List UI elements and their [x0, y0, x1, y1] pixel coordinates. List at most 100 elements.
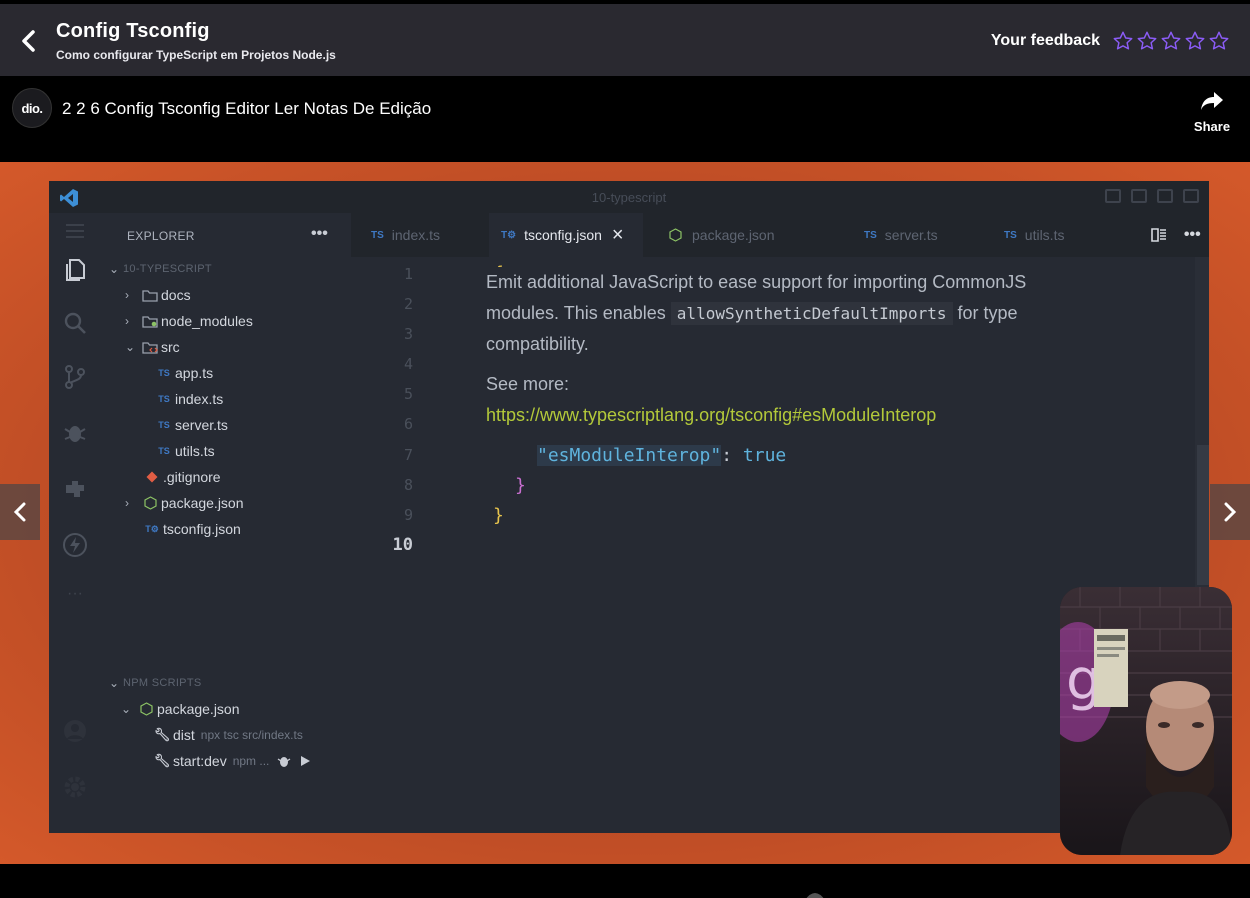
share-label: Share — [1193, 119, 1231, 134]
tree-item-gitignore[interactable]: .gitignore — [141, 465, 221, 489]
tree-item-label: node_modules — [161, 313, 253, 329]
npm-script-dist[interactable]: 🔧︎ dist npx tsc src/index.ts — [151, 723, 303, 747]
npm-script-command: npm ... — [232, 754, 270, 768]
star-icon[interactable] — [1136, 30, 1158, 52]
editor-tabs: TS index.ts T⚙ tsconfig.json × package.j… — [351, 213, 1209, 257]
tree-item-node-modules[interactable]: › node_modules — [125, 309, 253, 333]
wrench-icon: 🔧︎ — [153, 727, 171, 742]
star-icon[interactable] — [1160, 30, 1182, 52]
tab-utils-ts[interactable]: TS utils.ts — [996, 213, 1072, 257]
line-number: 7 — [403, 446, 413, 464]
scrollbar-thumb[interactable] — [1197, 445, 1209, 585]
code-inner-close: } — [515, 475, 526, 496]
nodejs-icon — [664, 228, 686, 242]
share-button[interactable]: Share — [1188, 90, 1236, 134]
line-number: 2 — [403, 295, 413, 313]
channel-logo[interactable]: dio. — [12, 88, 52, 128]
split-editor-icon[interactable] — [1151, 228, 1167, 242]
tree-item-label: src — [161, 339, 180, 355]
code-value: true — [742, 445, 787, 466]
account-icon — [64, 720, 86, 742]
typescript-file-icon: TS — [158, 368, 170, 378]
npm-scripts-heading: NPM SCRIPTS — [123, 677, 202, 689]
chevron-left-icon — [22, 30, 35, 52]
npm-scripts-section[interactable]: ⌄ NPM SCRIPTS — [109, 671, 201, 695]
run-script-icon[interactable] — [299, 754, 311, 768]
tab-tsconfig-json[interactable]: T⚙ tsconfig.json × — [489, 213, 643, 257]
explorer-more-button[interactable]: ••• — [311, 225, 328, 243]
vscode-titlebar: 10-typescript — [49, 181, 1209, 213]
share-icon — [1201, 92, 1223, 110]
chevron-down-icon: ⌄ — [125, 340, 136, 354]
window-layout-controls — [1105, 189, 1199, 203]
close-tab-icon[interactable]: × — [612, 224, 624, 247]
chevron-down-icon: ⌄ — [109, 262, 120, 276]
tree-item-label: .gitignore — [163, 469, 221, 485]
video-info-bar: dio. 2 2 6 Config Tsconfig Editor Ler No… — [0, 76, 1250, 162]
tab-package-json[interactable]: package.json — [656, 213, 783, 257]
tree-item-server-ts[interactable]: TS server.ts — [153, 413, 228, 437]
hover-tooltip: Emit additional JavaScript to ease suppo… — [478, 267, 1054, 445]
typescript-file-icon: TS — [864, 229, 877, 241]
back-button[interactable] — [14, 26, 44, 56]
activity-bar: ··· — [49, 213, 101, 833]
star-icon[interactable] — [1208, 30, 1230, 52]
tab-server-ts[interactable]: TS server.ts — [856, 213, 946, 257]
typescript-file-icon: TS — [1004, 229, 1017, 241]
typescript-file-icon: TS — [371, 229, 384, 241]
line-number: 3 — [403, 325, 413, 343]
editor-actions: ••• — [1143, 213, 1209, 257]
video-frame: 10-typescript ··· EXPLORER ••• ⌄ 10-TYPE… — [0, 162, 1250, 864]
debug-icon — [64, 426, 86, 442]
presenter-video-image: g — [1060, 587, 1232, 855]
chevron-down-icon: ⌄ — [121, 702, 132, 716]
hover-code: allowSyntheticDefaultImports — [670, 302, 953, 325]
video-player[interactable]: dio. 2 2 6 Config Tsconfig Editor Ler No… — [0, 76, 1250, 898]
line-number: 1 — [403, 265, 413, 283]
feedback-label: Your feedback — [990, 32, 1100, 49]
npm-package-json[interactable]: ⌄ package.json — [121, 697, 240, 721]
code-line-key-value: "esModuleInterop": true — [537, 445, 786, 466]
tree-item-utils-ts[interactable]: TS utils.ts — [153, 439, 214, 463]
line-number: 8 — [403, 476, 413, 494]
folder-icon — [139, 289, 161, 302]
hover-link[interactable]: https://www.typescriptlang.org/tsconfig#… — [486, 405, 936, 425]
star-icon[interactable] — [1184, 30, 1206, 52]
star-icon[interactable] — [1112, 30, 1134, 52]
root-folder-label: 10-TYPESCRIPT — [123, 263, 212, 275]
more-actions-icon[interactable]: ••• — [1184, 226, 1201, 244]
line-number: 4 — [403, 355, 413, 373]
code-key: "esModuleInterop" — [537, 445, 722, 466]
tab-label: tsconfig.json — [524, 227, 602, 243]
tree-item-index-ts[interactable]: TS index.ts — [153, 387, 223, 411]
tab-index-ts[interactable]: TS index.ts — [361, 213, 450, 257]
video-title[interactable]: 2 2 6 Config Tsconfig Editor Ler Notas D… — [62, 99, 431, 119]
settings-gear-icon — [64, 776, 86, 798]
chevron-right-icon: › — [125, 314, 129, 328]
course-header: Config Tsconfig Como configurar TypeScri… — [0, 4, 1250, 76]
tree-item-docs[interactable]: › docs — [125, 283, 191, 307]
tree-item-app-ts[interactable]: TS app.ts — [153, 361, 213, 385]
vscode-window: 10-typescript ··· EXPLORER ••• ⌄ 10-TYPE… — [49, 181, 1209, 833]
explorer-sidebar: EXPLORER ••• ⌄ 10-TYPESCRIPT › docs › no… — [101, 213, 351, 833]
course-subtitle: Como configurar TypeScript em Projetos N… — [56, 48, 336, 62]
folder-open-icon — [139, 341, 161, 354]
tree-item-label: server.ts — [175, 417, 228, 433]
previous-slide-button[interactable] — [0, 484, 40, 540]
line-number-current: 10 — [392, 535, 413, 555]
debug-script-icon[interactable] — [277, 754, 291, 768]
npm-script-start-dev[interactable]: 🔧︎ start:dev npm ... — [151, 749, 311, 773]
tsconfig-file-icon: T⚙ — [501, 229, 517, 241]
scroll-handle-icon[interactable] — [804, 890, 826, 898]
tab-label: utils.ts — [1024, 227, 1065, 243]
tree-item-src[interactable]: ⌄ src — [125, 335, 180, 359]
npm-script-command: npx tsc src/index.ts — [200, 728, 303, 742]
nodejs-icon — [135, 702, 157, 716]
line-number: 9 — [403, 506, 413, 524]
tree-item-package-json[interactable]: › package.json — [125, 491, 244, 515]
tree-item-label: tsconfig.json — [163, 521, 241, 537]
chevron-right-icon — [1224, 502, 1237, 522]
next-slide-button[interactable] — [1210, 484, 1250, 540]
explorer-root-folder[interactable]: ⌄ 10-TYPESCRIPT — [109, 257, 212, 281]
tree-item-tsconfig-json[interactable]: T⚙ tsconfig.json — [141, 517, 241, 541]
